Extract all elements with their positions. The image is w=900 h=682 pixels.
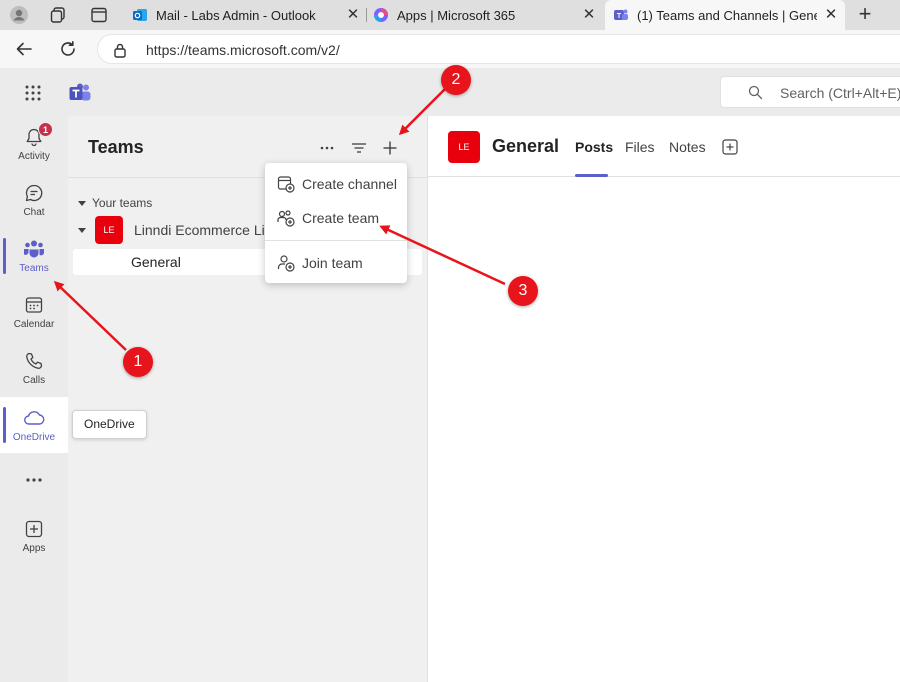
app-rail: 1 Activity Chat Teams Calendar Calls One… bbox=[0, 116, 68, 682]
add-menu: Create channel Create team Join team bbox=[265, 163, 407, 283]
rail-item-label: Calendar bbox=[13, 319, 55, 330]
m365-icon bbox=[373, 7, 389, 23]
rail-more-button[interactable] bbox=[0, 452, 68, 508]
menu-item-label: Join team bbox=[302, 255, 363, 271]
bell-icon: 1 bbox=[23, 122, 53, 148]
rail-item-calls[interactable]: Calls bbox=[0, 340, 68, 396]
menu-item-label: Create team bbox=[302, 210, 380, 226]
rail-item-label: OneDrive bbox=[12, 432, 56, 443]
rail-item-label: Activity bbox=[18, 151, 50, 162]
profile-icon[interactable] bbox=[9, 5, 29, 25]
tab-actions-icon[interactable] bbox=[89, 5, 109, 25]
annotation-marker-2: 2 bbox=[441, 65, 471, 95]
tab-title: (1) Teams and Channels | General bbox=[637, 7, 817, 23]
notification-badge: 1 bbox=[38, 122, 53, 137]
tab-separator bbox=[366, 8, 367, 22]
rail-item-label: Teams bbox=[19, 263, 49, 274]
add-icon[interactable] bbox=[378, 136, 402, 160]
annotation-marker-1: 1 bbox=[123, 347, 153, 377]
browser-tab-strip: Mail - Labs Admin - Outlook ✕ Apps | Mic… bbox=[0, 0, 900, 30]
join-team-icon bbox=[277, 254, 295, 272]
channel-view: LE General Posts Files Notes bbox=[428, 116, 900, 682]
workspaces-icon[interactable] bbox=[48, 5, 68, 25]
calendar-icon bbox=[23, 294, 45, 316]
menu-divider bbox=[265, 240, 407, 241]
lock-icon[interactable] bbox=[113, 42, 127, 61]
svg-text:T: T bbox=[617, 13, 622, 20]
rail-item-onedrive[interactable]: OneDrive bbox=[0, 397, 68, 453]
cloud-icon bbox=[23, 407, 45, 429]
annotation-marker-3: 3 bbox=[508, 276, 538, 306]
app-launcher-icon[interactable] bbox=[24, 84, 42, 105]
new-tab-button[interactable]: + bbox=[852, 3, 878, 27]
close-tab-icon[interactable]: ✕ bbox=[345, 7, 361, 23]
team-avatar: LE bbox=[95, 216, 123, 244]
tab-title: Apps | Microsoft 365 bbox=[397, 7, 516, 23]
rail-item-label: Chat bbox=[23, 207, 45, 218]
menu-item-label: Create channel bbox=[302, 176, 397, 192]
tab-outlook[interactable]: Mail - Labs Admin - Outlook ✕ bbox=[132, 0, 367, 30]
caret-down-icon bbox=[78, 200, 86, 206]
tab-teams[interactable]: T (1) Teams and Channels | General ✕ bbox=[605, 0, 845, 30]
url-text: https://teams.microsoft.com/v2/ bbox=[146, 42, 340, 58]
filter-icon[interactable] bbox=[347, 136, 371, 160]
more-options-icon[interactable] bbox=[315, 136, 339, 160]
section-label: Your teams bbox=[92, 196, 153, 210]
rail-item-calendar[interactable]: Calendar bbox=[0, 284, 68, 340]
address-bar[interactable]: https://teams.microsoft.com/v2/ bbox=[97, 34, 900, 64]
tab-notes[interactable]: Notes bbox=[669, 139, 706, 155]
tab-m365[interactable]: Apps | Microsoft 365 ✕ bbox=[373, 0, 603, 30]
teams-logo-icon bbox=[69, 83, 91, 106]
back-icon[interactable] bbox=[13, 38, 35, 60]
refresh-icon[interactable] bbox=[57, 38, 79, 60]
rail-item-activity[interactable]: 1 Activity bbox=[0, 116, 68, 172]
address-row: https://teams.microsoft.com/v2/ bbox=[0, 30, 900, 68]
plus-box-icon bbox=[23, 518, 45, 540]
more-horizontal-icon bbox=[23, 469, 45, 491]
chat-icon bbox=[23, 182, 45, 204]
onedrive-tooltip: OneDrive bbox=[72, 410, 147, 439]
team-name: Linndi Ecommerce Lim bbox=[134, 222, 277, 238]
search-icon bbox=[748, 85, 763, 103]
close-tab-icon[interactable]: ✕ bbox=[823, 7, 839, 23]
rail-item-label: Calls bbox=[22, 375, 46, 386]
add-tab-icon[interactable] bbox=[722, 139, 738, 155]
outlook-icon bbox=[132, 7, 148, 23]
active-tab-indicator bbox=[575, 174, 608, 177]
caret-down-icon bbox=[78, 227, 86, 233]
channel-name: General bbox=[131, 254, 181, 270]
rail-item-chat[interactable]: Chat bbox=[0, 172, 68, 228]
your-teams-section[interactable]: Your teams bbox=[78, 196, 152, 210]
close-tab-icon[interactable]: ✕ bbox=[581, 7, 597, 23]
rail-item-teams[interactable]: Teams bbox=[0, 228, 68, 284]
menu-item-create-team[interactable]: Create team bbox=[265, 202, 407, 234]
search-input[interactable]: Search (Ctrl+Alt+E) bbox=[720, 76, 900, 108]
channel-title: General bbox=[492, 136, 560, 156]
teams-people-icon bbox=[23, 238, 45, 260]
menu-item-create-channel[interactable]: Create channel bbox=[265, 168, 407, 200]
tab-posts[interactable]: Posts bbox=[575, 139, 613, 155]
tab-title: Mail - Labs Admin - Outlook bbox=[156, 7, 316, 23]
channel-team-avatar: LE bbox=[448, 131, 480, 163]
menu-item-join-team[interactable]: Join team bbox=[265, 247, 407, 279]
search-placeholder: Search (Ctrl+Alt+E) bbox=[780, 85, 900, 101]
rail-item-apps[interactable]: Apps bbox=[0, 508, 68, 564]
phone-icon bbox=[23, 350, 45, 372]
rail-item-label: Apps bbox=[22, 543, 46, 554]
channel-header: LE General Posts Files Notes bbox=[428, 116, 900, 177]
panel-title: Teams bbox=[88, 137, 144, 157]
teams-icon: T bbox=[613, 7, 629, 23]
create-channel-icon bbox=[277, 175, 295, 193]
tab-files[interactable]: Files bbox=[625, 139, 655, 155]
create-team-icon bbox=[277, 209, 295, 227]
